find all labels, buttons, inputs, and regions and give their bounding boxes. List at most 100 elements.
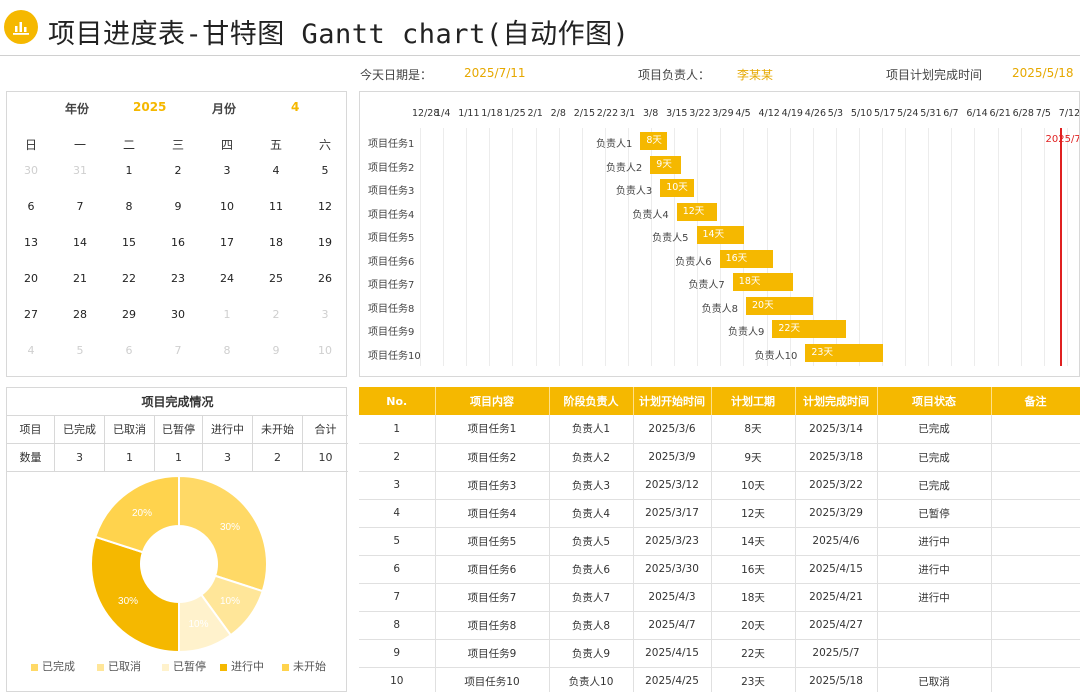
table-cell[interactable] [991,611,1080,640]
owner-value[interactable]: 李某某 [737,66,773,83]
gantt-bar[interactable]: 20天 [746,296,814,315]
table-cell[interactable]: 项目任务7 [435,583,550,612]
table-cell[interactable]: 8 [359,611,436,640]
table-cell[interactable]: 进行中 [877,583,992,612]
table-cell[interactable]: 负责人6 [549,555,634,584]
table-cell[interactable]: 负责人10 [549,667,634,692]
calendar-day[interactable]: 12 [301,200,349,213]
calendar-day[interactable]: 7 [154,344,202,357]
calendar-day[interactable]: 2 [252,308,300,321]
table-row[interactable]: 2 项目任务2 负责人2 2025/3/9 9天 2025/3/18 已完成 [359,443,1080,472]
calendar-day[interactable]: 11 [252,200,300,213]
calendar-day[interactable]: 9 [154,200,202,213]
table-cell[interactable]: 5 [359,527,436,556]
calendar-day[interactable]: 5 [301,164,349,177]
table-cell[interactable]: 项目任务2 [435,443,550,472]
table-cell[interactable]: 2025/4/3 [633,583,712,612]
table-cell[interactable]: 已暂停 [877,499,992,528]
table-cell[interactable]: 2025/4/6 [795,527,878,556]
table-row[interactable]: 3 项目任务3 负责人3 2025/3/12 10天 2025/3/22 已完成 [359,471,1080,500]
table-cell[interactable] [991,499,1080,528]
table-cell[interactable]: 2025/3/6 [633,415,712,444]
table-cell[interactable]: 2025/3/29 [795,499,878,528]
table-cell[interactable]: 已取消 [877,667,992,692]
table-cell[interactable] [991,527,1080,556]
table-cell[interactable]: 已完成 [877,471,992,500]
table-cell[interactable] [991,667,1080,692]
table-cell[interactable]: 7 [359,583,436,612]
calendar-day[interactable]: 17 [203,236,251,249]
table-cell[interactable]: 14天 [711,527,796,556]
calendar-day[interactable]: 3 [301,308,349,321]
table-row[interactable]: 8 项目任务8 负责人8 2025/4/7 20天 2025/4/27 [359,611,1080,640]
table-cell[interactable]: 项目任务10 [435,667,550,692]
table-cell[interactable] [991,443,1080,472]
calendar-day[interactable]: 4 [252,164,300,177]
gantt-bar[interactable]: 9天 [650,155,681,174]
table-cell[interactable]: 项目任务8 [435,611,550,640]
calendar-day[interactable]: 8 [203,344,251,357]
calendar-day[interactable]: 19 [301,236,349,249]
calendar-day[interactable]: 9 [252,344,300,357]
table-cell[interactable] [877,611,992,640]
table-cell[interactable]: 负责人9 [549,639,634,668]
table-cell[interactable]: 2025/3/22 [795,471,878,500]
table-cell[interactable]: 2025/4/7 [633,611,712,640]
calendar-day[interactable]: 16 [154,236,202,249]
table-cell[interactable]: 负责人3 [549,471,634,500]
calendar-day[interactable]: 29 [105,308,153,321]
table-cell[interactable]: 项目任务5 [435,527,550,556]
table-cell[interactable]: 项目任务1 [435,415,550,444]
table-row[interactable]: 7 项目任务7 负责人7 2025/4/3 18天 2025/4/21 进行中 [359,583,1080,612]
table-cell[interactable]: 2025/5/7 [795,639,878,668]
table-cell[interactable]: 进行中 [877,527,992,556]
table-cell[interactable]: 项目任务3 [435,471,550,500]
table-cell[interactable]: 2025/4/21 [795,583,878,612]
table-cell[interactable]: 2025/3/23 [633,527,712,556]
calendar-day[interactable]: 26 [301,272,349,285]
table-cell[interactable] [877,639,992,668]
calendar-day[interactable]: 25 [252,272,300,285]
gantt-bar[interactable]: 8天 [640,132,668,150]
calendar-day[interactable]: 7 [56,200,104,213]
calendar-day[interactable]: 21 [56,272,104,285]
calendar-day[interactable]: 30 [7,164,55,177]
gantt-bar[interactable]: 10天 [660,179,694,197]
calendar-day[interactable]: 24 [203,272,251,285]
table-cell[interactable]: 进行中 [877,555,992,584]
table-cell[interactable]: 2025/3/30 [633,555,712,584]
calendar-day[interactable]: 10 [203,200,251,213]
table-cell[interactable]: 2025/4/15 [633,639,712,668]
table-cell[interactable]: 2025/3/14 [795,415,878,444]
calendar-day[interactable]: 27 [7,308,55,321]
table-cell[interactable]: 2025/3/12 [633,471,712,500]
table-cell[interactable]: 负责人4 [549,499,634,528]
table-cell[interactable]: 8天 [711,415,796,444]
table-cell[interactable]: 2025/3/9 [633,443,712,472]
table-cell[interactable]: 4 [359,499,436,528]
table-cell[interactable]: 负责人7 [549,583,634,612]
table-cell[interactable] [991,555,1080,584]
table-cell[interactable]: 负责人2 [549,443,634,472]
gantt-bar[interactable]: 22天 [772,320,847,338]
table-row[interactable]: 4 项目任务4 负责人4 2025/3/17 12天 2025/3/29 已暂停 [359,499,1080,528]
calendar-day[interactable]: 14 [56,236,104,249]
calendar-day[interactable]: 5 [56,344,104,357]
table-cell[interactable]: 16天 [711,555,796,584]
table-cell[interactable]: 9天 [711,443,796,472]
gantt-bar[interactable]: 23天 [805,343,883,362]
calendar-day[interactable]: 3 [203,164,251,177]
table-row[interactable]: 1 项目任务1 负责人1 2025/3/6 8天 2025/3/14 已完成 [359,415,1080,444]
calendar-day[interactable]: 6 [7,200,55,213]
table-cell[interactable]: 项目任务6 [435,555,550,584]
table-cell[interactable]: 1 [359,415,436,444]
table-cell[interactable]: 项目任务9 [435,639,550,668]
table-cell[interactable]: 负责人5 [549,527,634,556]
calendar-day[interactable]: 30 [154,308,202,321]
table-cell[interactable]: 项目任务4 [435,499,550,528]
table-cell[interactable] [991,583,1080,612]
calendar-day[interactable]: 22 [105,272,153,285]
calendar-day[interactable]: 4 [7,344,55,357]
calendar-day[interactable]: 6 [105,344,153,357]
table-cell[interactable]: 2025/4/15 [795,555,878,584]
